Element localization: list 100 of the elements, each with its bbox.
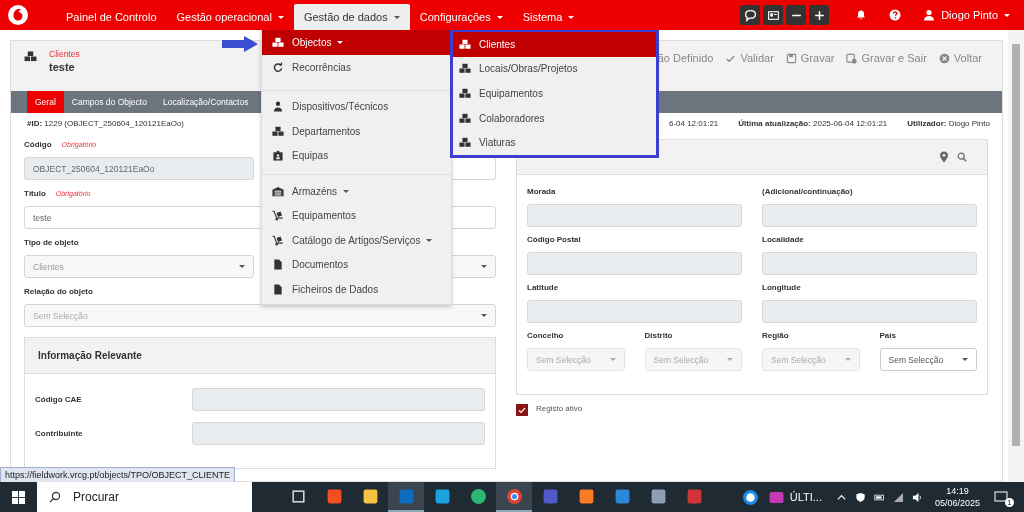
menu-item[interactable]: Equipas — [262, 143, 451, 168]
file-icon — [272, 259, 284, 271]
menu-item[interactable]: Armazéns — [262, 179, 451, 204]
taskbar-app-button[interactable] — [388, 482, 424, 512]
cubes-icon — [272, 125, 284, 137]
map-pin-icon[interactable] — [939, 151, 949, 163]
windows-start-icon[interactable] — [12, 490, 25, 504]
field-label: Latitude — [527, 281, 560, 294]
nav-menu-item[interactable]: Gestão operacional — [166, 4, 294, 30]
menu-item[interactable]: Dispositivos/Técnicos — [262, 94, 451, 119]
app-icon — [649, 487, 667, 505]
record-category: Clientes — [49, 49, 80, 59]
nav-menu-item[interactable]: Painel de Controlo — [56, 4, 167, 30]
search-field[interactable]: Procurar — [37, 482, 252, 512]
field-label: Morada — [527, 185, 557, 198]
select-field[interactable]: Sem Selecção — [879, 348, 977, 371]
nav-menu-item[interactable]: Gestão de dados — [293, 4, 410, 30]
file-icon — [272, 283, 284, 295]
search-icon — [49, 491, 61, 503]
id-card-icon[interactable] — [763, 5, 784, 25]
zoom-out-icon[interactable] — [786, 5, 807, 25]
menu-item[interactable]: Equipamentos — [262, 203, 451, 228]
app-icon — [397, 487, 415, 505]
checkbox-label: Registo ativo — [536, 404, 583, 413]
hand-truck-icon — [272, 210, 284, 222]
menu-item[interactable]: Equipamentos — [453, 81, 656, 106]
menu-item[interactable]: Documentos — [262, 252, 451, 277]
menu-item[interactable]: Ficheiros de Dados — [262, 277, 451, 302]
menu-item[interactable]: Clientes — [453, 32, 656, 57]
record-meta: Última atualização: 2025-06-04 12:01:21 — [738, 118, 888, 128]
scrollbar[interactable] — [1008, 30, 1024, 482]
text-field[interactable] — [762, 252, 977, 275]
battery-icon[interactable] — [873, 491, 885, 503]
record-title: teste — [49, 61, 76, 73]
app-icon — [768, 490, 784, 504]
menu-item[interactable]: Locais/Obras/Projetos — [453, 56, 656, 82]
clock[interactable]: 14:19 05/06/2025 — [934, 485, 980, 509]
save-exit-icon — [846, 52, 858, 64]
close-circle-icon — [938, 52, 950, 64]
speaker-icon[interactable] — [911, 491, 923, 503]
toolbar-action[interactable]: Voltar — [938, 52, 982, 64]
user-icon — [272, 101, 284, 113]
text-field[interactable]: OBJECT_250604_120121EaOo — [24, 157, 254, 180]
cubes-icon — [459, 63, 471, 75]
text-field[interactable] — [762, 204, 977, 227]
speech-bubble-icon[interactable] — [740, 5, 761, 25]
field-label: Título — [24, 188, 46, 198]
warehouse-icon — [272, 185, 284, 197]
id-badge-icon — [272, 150, 284, 162]
cubes-icon — [459, 38, 471, 50]
text-field[interactable] — [527, 252, 742, 275]
refresh-icon — [272, 61, 284, 73]
cubes-icon — [272, 37, 284, 48]
text-field[interactable] — [192, 387, 485, 411]
app-icon — [613, 487, 631, 505]
help-icon[interactable] — [741, 488, 759, 506]
menu-item[interactable]: Recorrências — [262, 55, 451, 80]
nav-menu-item[interactable]: Sistema — [512, 4, 585, 30]
menu-item[interactable]: Catálogo de Artigos/Serviços — [262, 228, 451, 253]
taskbar-app-button[interactable]: ÚLTI... — [768, 490, 822, 504]
field-label: Código CAE — [35, 394, 83, 404]
cubes-icon — [459, 137, 471, 149]
toolbar-action[interactable]: Gravar e Sair — [846, 52, 927, 64]
nav-menu-item[interactable]: Configurações — [409, 4, 513, 30]
app-icon — [361, 487, 379, 505]
field-label: Longitude — [762, 281, 802, 294]
tab[interactable]: Localização/Contactos — [154, 91, 257, 113]
toolbar-action[interactable]: Gravar — [785, 52, 835, 64]
text-field[interactable] — [527, 204, 742, 227]
message-icon — [994, 491, 1008, 503]
menu-item[interactable]: Departamentos — [262, 119, 451, 144]
taskbar-app-button[interactable] — [496, 482, 532, 512]
search-icon[interactable] — [957, 151, 967, 163]
zoom-in-icon[interactable] — [809, 5, 830, 25]
app-icon — [577, 487, 595, 505]
link-url-tooltip: https://fieldwork.vrcg.pt/objects/TPO/OBJECT_CLIENTE — [0, 467, 236, 482]
text-field[interactable] — [527, 300, 742, 323]
menu-item[interactable]: Colaboradores — [453, 105, 656, 131]
menu-item[interactable]: Viaturas — [453, 130, 656, 155]
field-label: Concelho — [527, 329, 565, 342]
toolbar-action[interactable]: Validar — [725, 52, 774, 64]
tab[interactable]: Geral — [27, 91, 64, 113]
app-icon — [505, 487, 523, 505]
cubes-icon — [459, 88, 471, 99]
text-field[interactable] — [762, 300, 977, 323]
app-icon — [541, 487, 559, 505]
menu-item[interactable]: Objectos — [262, 30, 451, 55]
user-menu[interactable]: Diogo Pinto — [923, 9, 1010, 21]
field-label: País — [879, 329, 897, 342]
shield-icon[interactable] — [854, 491, 866, 503]
arrow-icon — [222, 36, 258, 52]
cubes-icon — [24, 51, 37, 62]
checkbox[interactable] — [516, 404, 528, 416]
cubes-icon — [459, 112, 471, 124]
text-field[interactable] — [192, 421, 485, 445]
hand-truck-icon — [272, 234, 284, 246]
bell-icon[interactable] — [855, 9, 868, 21]
app-icon — [433, 487, 451, 505]
field-label: Código Postal — [527, 233, 582, 246]
tab[interactable]: Campos do Objecto — [63, 91, 155, 113]
